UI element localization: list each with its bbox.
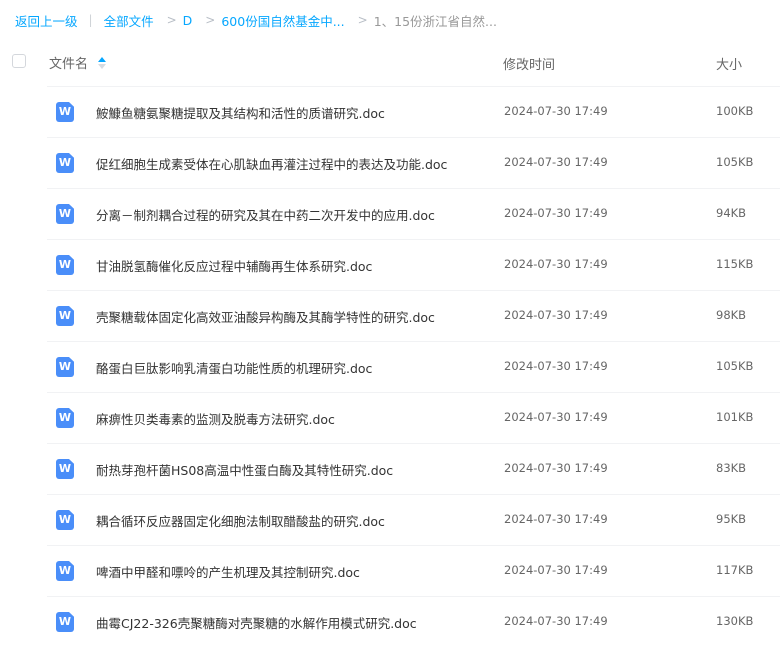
file-name[interactable]: 耐热芽孢杆菌HS08高温中性蛋白酶及其特性研究.doc [96, 460, 393, 479]
file-modified-time: 2024-07-30 17:49 [504, 614, 608, 628]
file-modified-time: 2024-07-30 17:49 [504, 155, 608, 169]
file-name[interactable]: 甘油脱氢酶催化反应过程中辅酶再生体系研究.doc [96, 256, 372, 275]
file-list-header: 文件名 修改时间 大小 [0, 44, 780, 80]
row-divider [47, 494, 780, 495]
word-doc-icon [56, 408, 74, 428]
row-divider [47, 137, 780, 138]
file-size: 117KB [716, 563, 754, 577]
breadcrumb-all-files[interactable]: 全部文件 [104, 11, 154, 30]
file-name[interactable]: 鮟鱇鱼糖氨聚糖提取及其结构和活性的质谱研究.doc [96, 103, 385, 122]
file-size: 98KB [716, 308, 747, 322]
chevron-right-icon: > [357, 13, 368, 27]
file-size: 115KB [716, 257, 754, 271]
file-name[interactable]: 麻痹性贝类毒素的监测及脱毒方法研究.doc [96, 409, 335, 428]
word-doc-icon [56, 357, 74, 377]
file-row[interactable]: 耐热芽孢杆菌HS08高温中性蛋白酶及其特性研究.doc 2024-07-30 1… [0, 443, 780, 494]
file-row[interactable]: 耦合循环反应器固定化细胞法制取醋酸盐的研究.doc 2024-07-30 17:… [0, 494, 780, 545]
breadcrumb-d[interactable]: D [183, 13, 193, 28]
file-row[interactable]: 促红细胞生成素受体在心肌缺血再灌注过程中的表达及功能.doc 2024-07-3… [0, 137, 780, 188]
file-modified-time: 2024-07-30 17:49 [504, 359, 608, 373]
row-divider [47, 290, 780, 291]
row-divider [47, 545, 780, 546]
file-modified-time: 2024-07-30 17:49 [504, 257, 608, 271]
file-modified-time: 2024-07-30 17:49 [504, 410, 608, 424]
chevron-right-icon: > [166, 13, 177, 27]
file-name[interactable]: 壳聚糖载体固定化高效亚油酸异构酶及其酶学特性的研究.doc [96, 307, 435, 326]
file-modified-time: 2024-07-30 17:49 [504, 104, 608, 118]
file-modified-time: 2024-07-30 17:49 [504, 512, 608, 526]
column-header-modified[interactable]: 修改时间 [503, 54, 555, 73]
breadcrumb: 返回上一级 | 全部文件 > D > 600份国自然基金中... > 1、15份… [15, 10, 497, 30]
row-divider [47, 596, 780, 597]
sort-down-icon [98, 63, 107, 69]
word-doc-icon [56, 153, 74, 173]
select-all-checkbox[interactable] [12, 54, 26, 68]
row-divider [47, 188, 780, 189]
file-size: 100KB [716, 104, 754, 118]
file-modified-time: 2024-07-30 17:49 [504, 206, 608, 220]
file-row[interactable]: 分离－制剂耦合过程的研究及其在中药二次开发中的应用.doc 2024-07-30… [0, 188, 780, 239]
file-modified-time: 2024-07-30 17:49 [504, 308, 608, 322]
chevron-right-icon: > [205, 13, 216, 27]
file-list: 鮟鱇鱼糖氨聚糖提取及其结构和活性的质谱研究.doc 2024-07-30 17:… [0, 86, 780, 647]
file-size: 95KB [716, 512, 747, 526]
file-size: 105KB [716, 155, 754, 169]
file-name[interactable]: 促红细胞生成素受体在心肌缺血再灌注过程中的表达及功能.doc [96, 154, 447, 173]
word-doc-icon [56, 306, 74, 326]
sort-icon[interactable] [98, 56, 107, 69]
file-name[interactable]: 酪蛋白巨肽影响乳清蛋白功能性质的机理研究.doc [96, 358, 372, 377]
word-doc-icon [56, 561, 74, 581]
row-divider [47, 86, 780, 87]
file-name[interactable]: 分离－制剂耦合过程的研究及其在中药二次开发中的应用.doc [96, 205, 435, 224]
file-size: 101KB [716, 410, 754, 424]
word-doc-icon [56, 459, 74, 479]
word-doc-icon [56, 612, 74, 632]
word-doc-icon [56, 102, 74, 122]
file-row[interactable]: 壳聚糖载体固定化高效亚油酸异构酶及其酶学特性的研究.doc 2024-07-30… [0, 290, 780, 341]
breadcrumb-current-folder: 1、15份浙江省自然... [373, 13, 497, 29]
file-row[interactable]: 曲霉CJ22-326壳聚糖酶对壳聚糖的水解作用模式研究.doc 2024-07-… [0, 596, 780, 647]
column-header-size[interactable]: 大小 [716, 54, 742, 73]
file-row[interactable]: 甘油脱氢酶催化反应过程中辅酶再生体系研究.doc 2024-07-30 17:4… [0, 239, 780, 290]
file-size: 105KB [716, 359, 754, 373]
file-name[interactable]: 耦合循环反应器固定化细胞法制取醋酸盐的研究.doc [96, 511, 385, 530]
file-size: 83KB [716, 461, 747, 475]
word-doc-icon [56, 510, 74, 530]
breadcrumb-folder-1[interactable]: 600份国自然基金中... [221, 11, 344, 30]
column-header-name[interactable]: 文件名 [49, 53, 107, 72]
column-header-name-label: 文件名 [49, 57, 89, 72]
sort-up-icon [98, 56, 107, 62]
file-name[interactable]: 啤酒中甲醛和嘌呤的产生机理及其控制研究.doc [96, 562, 360, 581]
row-divider [47, 239, 780, 240]
file-row[interactable]: 麻痹性贝类毒素的监测及脱毒方法研究.doc 2024-07-30 17:49 1… [0, 392, 780, 443]
file-size: 130KB [716, 614, 754, 628]
file-row[interactable]: 鮟鱇鱼糖氨聚糖提取及其结构和活性的质谱研究.doc 2024-07-30 17:… [0, 86, 780, 137]
file-modified-time: 2024-07-30 17:49 [504, 563, 608, 577]
back-link[interactable]: 返回上一级 [15, 11, 78, 30]
row-divider [47, 392, 780, 393]
file-row[interactable]: 啤酒中甲醛和嘌呤的产生机理及其控制研究.doc 2024-07-30 17:49… [0, 545, 780, 596]
file-size: 94KB [716, 206, 747, 220]
row-divider [47, 341, 780, 342]
row-divider [47, 443, 780, 444]
file-modified-time: 2024-07-30 17:49 [504, 461, 608, 475]
breadcrumb-divider: | [88, 13, 93, 27]
file-name[interactable]: 曲霉CJ22-326壳聚糖酶对壳聚糖的水解作用模式研究.doc [96, 613, 417, 632]
file-row[interactable]: 酪蛋白巨肽影响乳清蛋白功能性质的机理研究.doc 2024-07-30 17:4… [0, 341, 780, 392]
word-doc-icon [56, 255, 74, 275]
word-doc-icon [56, 204, 74, 224]
